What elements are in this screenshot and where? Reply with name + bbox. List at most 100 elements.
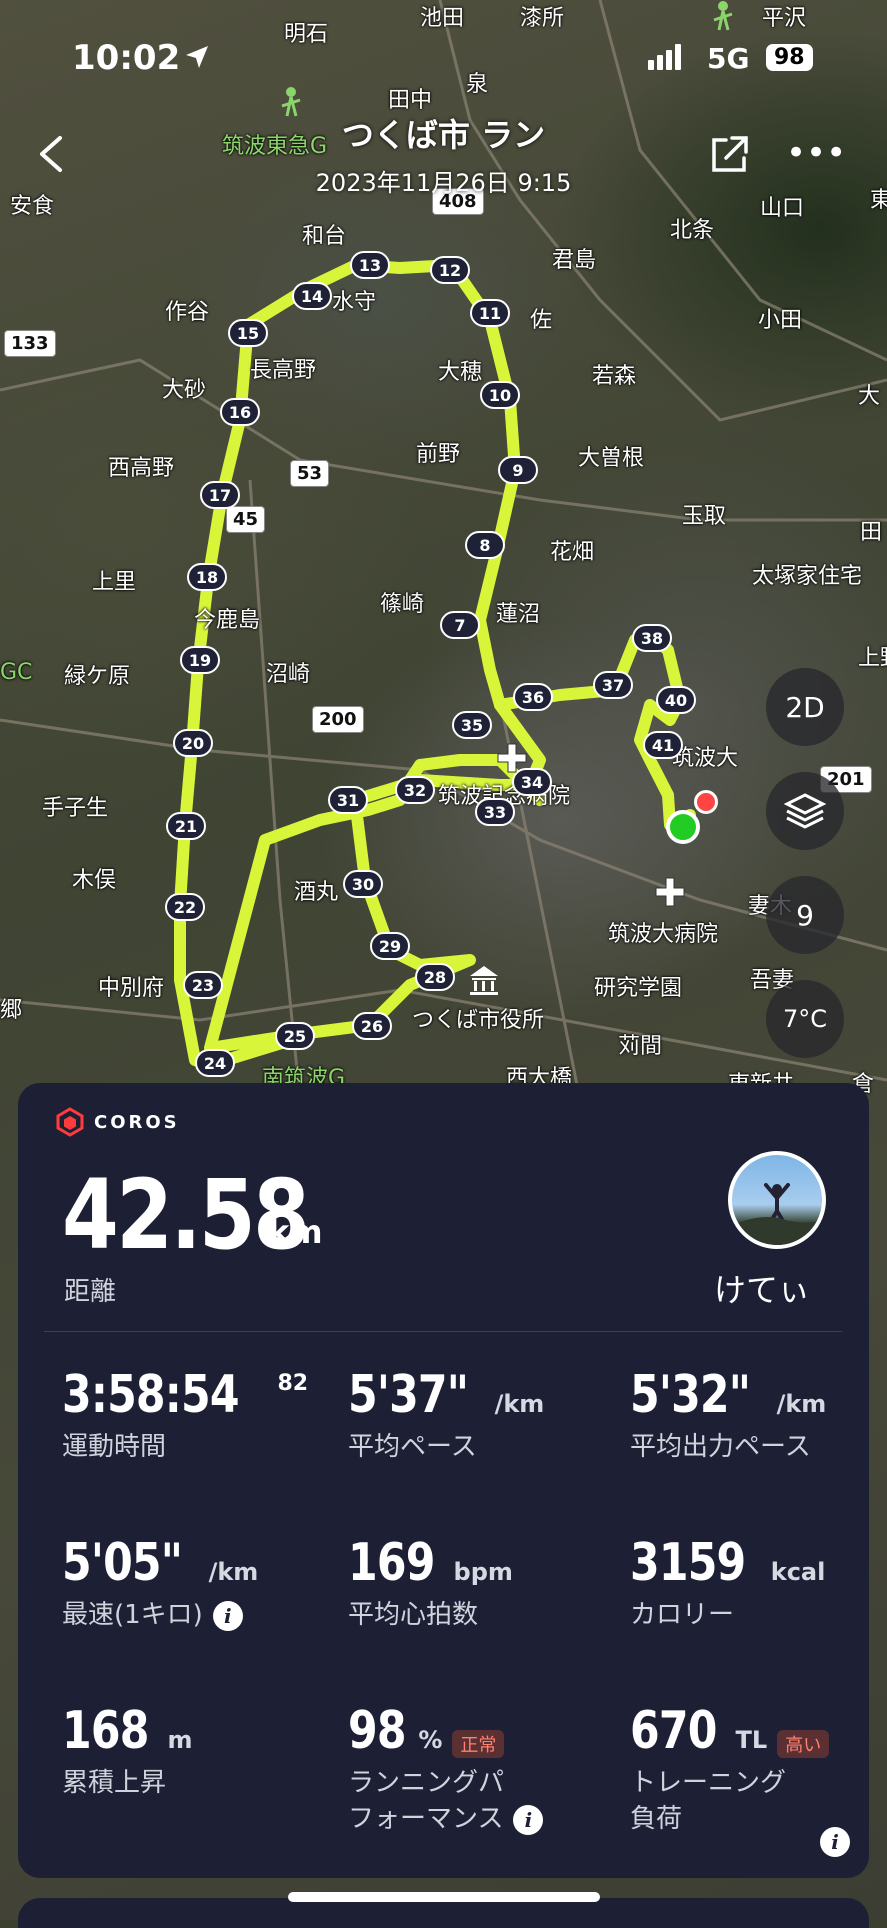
km-marker: 11 xyxy=(470,299,510,327)
more-options-button[interactable]: ••• xyxy=(786,136,846,174)
map-label: 酒丸 xyxy=(294,880,339,905)
brand-name: COROS xyxy=(94,1111,180,1133)
km-marker: 24 xyxy=(195,1049,235,1077)
info-icon[interactable]: i xyxy=(820,1827,850,1857)
stat-label: 負荷 xyxy=(630,1804,683,1834)
km-marker: 7 xyxy=(440,611,480,639)
view-2d-label: 2D xyxy=(785,690,825,724)
avatar-person-icon xyxy=(732,1183,822,1245)
stat-label: トレーニング xyxy=(630,1768,787,1798)
status-bar: 10:02 5G 98 xyxy=(0,0,887,110)
map-label: 玉取 xyxy=(682,504,727,529)
km-marker: 12 xyxy=(430,256,470,284)
temperature-value: 7°C xyxy=(782,1005,828,1033)
road-number: 53 xyxy=(290,460,330,487)
map-label: 上野 xyxy=(858,646,887,671)
network-type: 5G xyxy=(707,42,750,75)
km-marker: 41 xyxy=(643,731,683,759)
km-marker: 22 xyxy=(165,893,205,921)
stat-value: 3:58:54 xyxy=(62,1365,240,1425)
map-layers-button[interactable] xyxy=(766,772,844,850)
status-badge: 正常 xyxy=(452,1729,505,1758)
map-label: 北条 xyxy=(670,218,715,243)
avatar[interactable] xyxy=(728,1151,826,1249)
km-marker: 8 xyxy=(465,531,505,559)
info-icon[interactable]: i xyxy=(212,1600,243,1631)
stat-label: 平均心拍数 xyxy=(348,1600,479,1630)
stat-calories: 3159 kcal カロリー xyxy=(630,1533,825,1633)
km-marker: 20 xyxy=(173,729,213,757)
map-label: 佐 xyxy=(530,308,553,333)
km-marker: 36 xyxy=(513,683,553,711)
temperature-badge: 7°C xyxy=(766,980,844,1058)
map-label: GC xyxy=(0,660,33,685)
stat-fastest-km: 5'05" /km 最速(1キロ) i xyxy=(62,1533,258,1633)
map-label: 苅間 xyxy=(618,1034,663,1059)
map-label: 田 xyxy=(860,520,883,545)
distance-unit: km xyxy=(268,1213,323,1251)
road-number: 45 xyxy=(226,506,266,533)
stat-sup: 82 xyxy=(277,1371,309,1396)
map-label: 緑ケ原 xyxy=(64,664,131,689)
map-label: 手子生 xyxy=(42,796,109,821)
status-time: 10:02 xyxy=(72,38,181,78)
map-label: 若森 xyxy=(592,364,637,389)
stat-unit: bpm xyxy=(453,1558,513,1586)
stat-label: 平均出力ペース xyxy=(630,1432,811,1462)
km-marker: 14 xyxy=(292,282,332,310)
layers-icon xyxy=(783,793,827,829)
map-label: 大穂 xyxy=(438,360,483,385)
km-marker: 32 xyxy=(395,776,435,804)
coros-hex-icon xyxy=(56,1107,84,1137)
km-marker: 15 xyxy=(228,319,268,347)
info-icon[interactable]: i xyxy=(513,1804,544,1835)
km-marker: 16 xyxy=(220,398,260,426)
stat-avg-pace: 5'37" /km 平均ペース xyxy=(348,1365,544,1465)
activity-date: 2023年11月26日 9:15 xyxy=(315,169,572,197)
map-label: 長高野 xyxy=(250,358,317,383)
map-label: 木俣 xyxy=(72,868,117,893)
share-button[interactable] xyxy=(706,132,752,178)
km-marker: 13 xyxy=(350,251,390,279)
hospital-icon xyxy=(497,743,527,773)
start-marker xyxy=(666,810,700,844)
km-marker: 38 xyxy=(632,624,672,652)
map-label: 郷 xyxy=(0,998,23,1023)
stat-label: フォーマンス xyxy=(348,1804,504,1834)
map-label: 中別府 xyxy=(98,976,165,1001)
map-label: 研究学園 xyxy=(594,976,683,1001)
signal-icon xyxy=(648,44,684,70)
stat-avg-power-pace: 5'32" /km 平均出力ペース xyxy=(630,1365,826,1465)
stat-value: 98 xyxy=(348,1701,407,1761)
map-label: 西高野 xyxy=(108,456,175,481)
distance-label: 距離 xyxy=(64,1277,117,1307)
km-marker: 9 xyxy=(498,456,538,484)
stat-label: 平均ペース xyxy=(348,1432,477,1462)
map-label: 大曽根 xyxy=(578,446,645,471)
page-title: つくば市 ラン xyxy=(341,116,546,154)
compass-button[interactable]: 9 xyxy=(766,876,844,954)
stat-avg-heart-rate: 169 bpm 平均心拍数 xyxy=(348,1533,513,1633)
map-label: 君島 xyxy=(552,248,597,273)
road-number: 200 xyxy=(312,706,364,733)
map-label: 和台 xyxy=(302,224,347,249)
map-label: 前野 xyxy=(416,442,461,467)
bottom-sheet[interactable] xyxy=(18,1898,869,1928)
user-name: けてぃ xyxy=(714,1271,811,1309)
stat-unit: TL xyxy=(735,1726,768,1754)
km-marker: 19 xyxy=(180,646,220,674)
stat-label: 運動時間 xyxy=(62,1432,167,1462)
stat-running-performance: 98% 正常 ランニングパ フォーマンス i xyxy=(348,1701,544,1837)
map-label: 蓮沼 xyxy=(496,602,541,627)
view-2d-button[interactable]: 2D xyxy=(766,668,844,746)
km-marker: 40 xyxy=(656,686,696,714)
map-label: 作谷 xyxy=(165,300,210,325)
map-label: 小田 xyxy=(758,308,803,333)
stat-value: 3159 xyxy=(630,1533,746,1593)
km-marker: 28 xyxy=(415,963,455,991)
home-indicator[interactable] xyxy=(288,1892,600,1902)
stat-unit: /km xyxy=(494,1390,545,1418)
map-label: 花畑 xyxy=(550,540,595,565)
map-label: 篠崎 xyxy=(380,592,425,617)
km-marker: 18 xyxy=(187,563,227,591)
